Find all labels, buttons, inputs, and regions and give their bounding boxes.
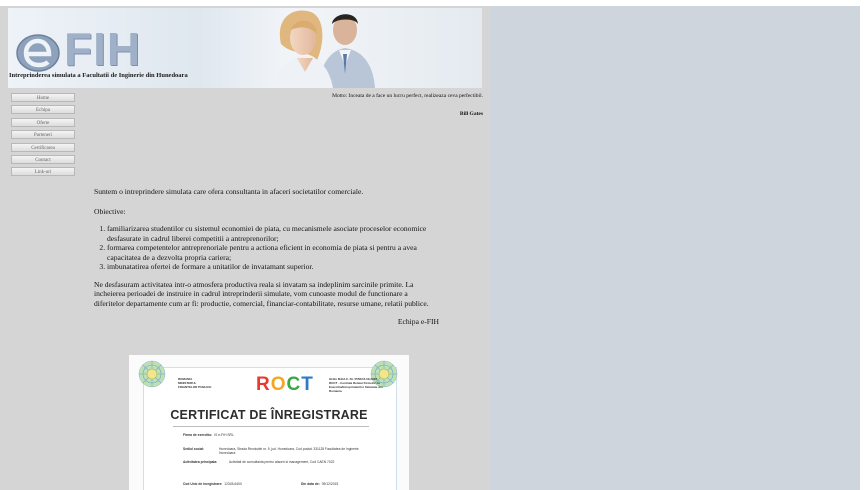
motto-author: Bill Gates xyxy=(459,111,483,117)
sediu-value: Hunedoara, Strada Revolutiei nr. 5, jud.… xyxy=(219,447,359,456)
roct-logo: ROCT xyxy=(256,375,314,395)
sediu-label-text: Sediul social: xyxy=(183,447,205,451)
objectives-list: familiarizarea studentilor cu sistemul e… xyxy=(94,224,439,272)
menu-item-home[interactable]: Home xyxy=(11,93,75,102)
activitate-value: Activitati de consultanta pentru afaceri… xyxy=(229,460,335,464)
menu-item-certificarea[interactable]: Certificarea xyxy=(11,142,75,152)
objectives-heading: Obiective: xyxy=(94,206,126,216)
certificate-order: Ordin M.Ed.C. Nr. 5550/15.09.2008 ROCT -… xyxy=(329,377,389,393)
activitate-label: Activitatea principala: xyxy=(183,460,219,464)
firma-label: Firma de exercitiu: xyxy=(183,433,213,437)
right-border xyxy=(860,6,865,490)
objective-item: imbunatatirea ofertei de formare a unita… xyxy=(107,262,439,272)
firma-value: IS e-FIH SRL xyxy=(214,433,234,437)
data-label: Din data de: xyxy=(301,482,320,486)
banner-subtitle: Intreprinderea simulata a Facultatii de … xyxy=(9,72,188,79)
objective-item: familiarizarea studentilor cu sistemul e… xyxy=(107,224,439,243)
side-menu: Home Echipa Oferte Parteneri Certificare… xyxy=(11,93,75,180)
menu-item-oferte[interactable]: Oferte xyxy=(11,117,75,127)
activity-paragraph: Ne desfasuram activitatea intr-o atmosfe… xyxy=(94,279,429,308)
logo-letter: C xyxy=(286,374,302,395)
registration-certificate-image: ROMANIA MINISTERUL FINANTELOR PUBLICE RO… xyxy=(129,355,409,490)
issuer-line: FINANTELOR PUBLICE xyxy=(178,385,212,389)
menu-item-parteneri[interactable]: Parteneri xyxy=(11,130,75,140)
logo-letter: R xyxy=(256,374,271,395)
right-empty-area xyxy=(490,6,865,490)
left-rosette-icon xyxy=(138,360,166,388)
order-line: ROCT - Centrala Retelei Firmelor de Exer… xyxy=(329,381,383,393)
team-signature: Echipa e-FIH xyxy=(397,317,439,326)
sediu-label: Sediul social: xyxy=(183,447,217,451)
header-banner: FIH Intreprinderea simulata a Facultatii… xyxy=(8,8,482,88)
divider xyxy=(173,426,369,427)
certificate-title: CERTIFICAT DE ÎNREGISTRARE xyxy=(170,408,368,422)
logo-letter: T xyxy=(301,374,314,395)
motto-text: Motto: Inceata de a face un lucru perfec… xyxy=(332,93,483,99)
certificate-issuer: ROMANIA MINISTERUL FINANTELOR PUBLICE xyxy=(178,377,211,389)
cod-field: Cod Unic de Inregistrare: 12345-6400 xyxy=(183,482,283,486)
menu-item-links[interactable]: Link-uri xyxy=(11,167,75,177)
objective-item: formarea competentelor antreprenoriale p… xyxy=(107,243,439,262)
main-content: Suntem o intreprindere simulata care ofe… xyxy=(94,187,439,327)
menu-item-echipa[interactable]: Echipa xyxy=(11,105,75,115)
cod-value: 12345-6400 xyxy=(224,482,242,486)
intro-text: Suntem o intreprindere simulata care ofe… xyxy=(94,187,364,196)
data-field: Din data de: 09/12/2015 xyxy=(301,482,381,486)
cod-label: Cod Unic de Inregistrare: xyxy=(183,482,223,486)
e-logo-icon xyxy=(16,34,60,72)
logo-text: FIH xyxy=(64,23,142,75)
menu-item-contact[interactable]: Contact xyxy=(11,154,75,164)
activitate-label-text: Activitatea principala: xyxy=(183,460,218,464)
business-people-photo xyxy=(275,10,375,88)
logo-letter: O xyxy=(270,374,287,395)
data-value: 09/12/2015 xyxy=(321,482,339,486)
firma-field: Firma de exercitiu: IS e-FIH SRL xyxy=(183,433,373,437)
